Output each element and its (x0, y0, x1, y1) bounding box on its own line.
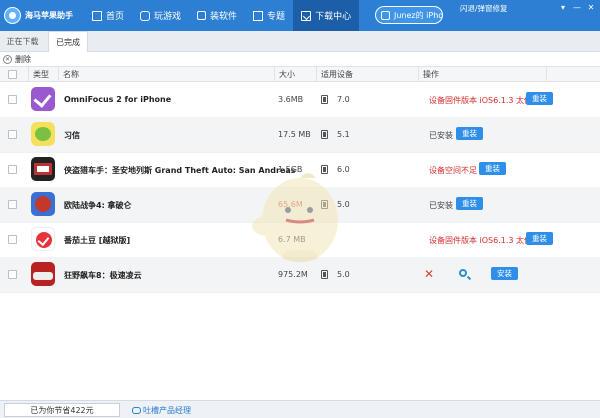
row-checkbox[interactable] (8, 235, 17, 244)
nav-label: 下载中心 (315, 12, 352, 22)
reinstall-button[interactable]: 重装 (526, 92, 553, 105)
table-row: 习信 17.5 MB 5.1 已安装 重装 (0, 117, 600, 153)
asphalt-app-icon (31, 262, 55, 286)
app-name: 狂野飙车8：极速凌云 (64, 271, 142, 280)
row-checkbox[interactable] (8, 95, 17, 104)
nav-home[interactable]: 首页 (84, 0, 132, 31)
gamepad-icon (140, 10, 151, 21)
tab-downloading[interactable]: 正在下载 (0, 31, 45, 52)
nav-label: 装软件 (210, 12, 238, 22)
status-text: 设备固件版本 iOS6.1.3 太低 (429, 236, 533, 245)
repair-link[interactable]: 闪退/弹窗修复 (460, 3, 508, 14)
window-controls: ▾ — ✕ (559, 3, 595, 12)
status-text: 设备空间不足 (429, 166, 477, 175)
feedback-label: 吐槽产品经理 (143, 406, 191, 415)
tab-completed[interactable]: 已完成 (48, 31, 88, 52)
topic-icon (253, 10, 264, 21)
close-icon[interactable]: ✕ (587, 3, 595, 12)
apps-icon (197, 11, 207, 20)
minimize-icon[interactable]: — (573, 3, 581, 12)
required-version: 5.1 (337, 130, 350, 139)
nav-label: 首页 (106, 12, 125, 22)
title-bar: 海马苹果助手 首页 玩游戏 装软件 专题 下载中心 Junez的 iPhone … (0, 0, 600, 31)
main-nav: 首页 玩游戏 装软件 专题 下载中心 (84, 0, 360, 31)
xixin-app-icon (31, 122, 55, 146)
chat-icon (132, 407, 141, 414)
header-action: 操作 (418, 67, 546, 82)
savings-badge: 已为你节省422元 (4, 403, 120, 417)
nav-topics[interactable]: 专题 (245, 0, 293, 31)
select-all-checkbox[interactable] (8, 70, 17, 79)
status-text: 已安装 (429, 201, 453, 210)
table-header: 类型 名称 大小 适用设备 操作 (0, 66, 600, 82)
delete-button[interactable]: 删除 (15, 54, 31, 65)
status-bar: 已为你节省422元 吐槽产品经理 (0, 400, 600, 418)
phone-icon (381, 10, 390, 20)
row-checkbox[interactable] (8, 130, 17, 139)
device-selector[interactable]: Junez的 iPhone (375, 6, 443, 24)
app-name: 习信 (64, 131, 80, 140)
app-size: 65.6M (278, 200, 303, 209)
required-version: 5.0 (337, 200, 350, 209)
app-name: OmniFocus 2 for iPhone (64, 95, 172, 104)
nav-label: 玩游戏 (154, 12, 182, 22)
required-version: 7.0 (337, 95, 350, 104)
status-text: 已安装 (429, 131, 453, 140)
table-row: 番茄土豆 [越狱版] 6.7 MB 设备固件版本 iOS6.1.3 太低 重装 (0, 222, 600, 258)
omnifocus-app-icon (31, 87, 55, 111)
row-checkbox[interactable] (8, 200, 17, 209)
row-checkbox[interactable] (8, 165, 17, 174)
install-button[interactable]: 安装 (491, 267, 518, 280)
app-name: 番茄土豆 [越狱版] (64, 236, 131, 245)
nav-apps[interactable]: 装软件 (189, 0, 245, 31)
required-version: 6.0 (337, 165, 350, 174)
table-row: 侠盗猎车手：圣安地列斯 Grand Theft Auto: San Andrea… (0, 152, 600, 188)
app-size: 6.7 MB (278, 235, 306, 244)
download-icon (301, 10, 312, 21)
reinstall-button[interactable]: 重装 (479, 162, 506, 175)
iphone-icon (321, 165, 328, 174)
status-text: 设备固件版本 iOS6.1.3 太低 (429, 96, 533, 105)
reinstall-button[interactable]: 重装 (526, 232, 553, 245)
header-size: 大小 (274, 67, 316, 82)
table-row: 狂野飙车8：极速凌云 975.2M 5.0 ✕ 安装 (0, 257, 600, 293)
cancel-icon[interactable]: ✕ (424, 268, 434, 280)
nav-label: 专题 (267, 12, 286, 22)
gta-app-icon (31, 157, 55, 181)
app-size: 3.6MB (278, 95, 304, 104)
download-tabs: 正在下载 已完成 (0, 31, 600, 52)
reinstall-button[interactable]: 重装 (456, 197, 483, 210)
nav-games[interactable]: 玩游戏 (132, 0, 189, 31)
iphone-icon (321, 130, 328, 139)
feedback-link[interactable]: 吐槽产品经理 (132, 405, 191, 416)
search-icon[interactable] (459, 269, 467, 277)
menu-dropdown-icon[interactable]: ▾ (559, 3, 567, 12)
app-size: 975.2M (278, 270, 308, 279)
device-name: Junez的 iPhone (394, 10, 443, 20)
app-size: 1.5GB (278, 165, 303, 174)
nav-download-center[interactable]: 下载中心 (293, 0, 360, 31)
table-row: 欧陆战争4: 拿破仑 65.6M 5.0 已安装 重装 (0, 187, 600, 223)
row-checkbox[interactable] (8, 270, 17, 279)
iphone-icon (321, 270, 328, 279)
header-spacer (546, 67, 600, 82)
header-name: 名称 (58, 67, 274, 82)
tomato-app-icon (31, 227, 55, 251)
iphone-icon (321, 95, 328, 104)
reinstall-button[interactable]: 重装 (456, 127, 483, 140)
app-title: 海马苹果助手 (25, 11, 73, 20)
european-war-app-icon (31, 192, 55, 216)
app-name: 欧陆战争4: 拿破仑 (64, 201, 132, 210)
app-name: 侠盗猎车手：圣安地列斯 Grand Theft Auto: San Andrea… (64, 166, 296, 175)
toolbar: ✕ 删除 (0, 52, 600, 66)
header-device: 适用设备 (316, 67, 418, 82)
app-size: 17.5 MB (278, 130, 311, 139)
iphone-icon (321, 200, 328, 209)
table-row: OmniFocus 2 for iPhone 3.6MB 7.0 设备固件版本 … (0, 82, 600, 118)
header-type: 类型 (28, 67, 58, 82)
required-version: 5.0 (337, 270, 350, 279)
delete-icon[interactable]: ✕ (3, 54, 12, 64)
app-logo-icon (4, 7, 21, 24)
home-icon (92, 10, 102, 21)
